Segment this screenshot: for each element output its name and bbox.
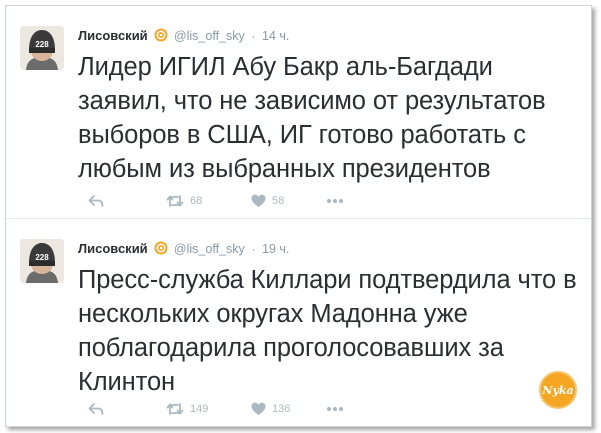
tweet-header: Лисовский @lis_off_sky · 19 ч. (78, 241, 289, 257)
display-name[interactable]: Лисовский (78, 28, 148, 43)
verified-badge-icon (154, 241, 168, 255)
tweet: 228 Лисовский @lis_off_sky · 14 ч. Лидер… (6, 6, 591, 218)
retweet-count: 68 (190, 195, 203, 207)
avatar-image: 228 (20, 239, 64, 283)
retweet-icon (166, 195, 184, 207)
avatar-image: 228 (20, 26, 64, 70)
retweet-icon (166, 403, 184, 415)
tweet-text: Пресс-служба Киллари подтвердила что в н… (78, 266, 577, 396)
display-name[interactable]: Лисовский (78, 241, 148, 256)
reply-icon (88, 195, 104, 207)
timestamp[interactable]: 19 ч. (262, 242, 289, 256)
tweet: 228 Лисовский @lis_off_sky · 19 ч. Пресс… (6, 219, 591, 426)
like-icon (251, 194, 266, 207)
retweet-button[interactable]: 149 (166, 401, 208, 417)
more-icon (327, 407, 343, 411)
like-button[interactable]: 136 (251, 401, 290, 417)
tweet-screenshot-frame: 228 Лисовский @lis_off_sky · 14 ч. Лидер… (5, 5, 592, 427)
like-icon (251, 402, 266, 415)
timestamp[interactable]: 14 ч. (262, 29, 289, 43)
more-button[interactable] (326, 401, 344, 417)
retweet-count: 149 (190, 403, 209, 415)
verified-badge-icon (154, 28, 168, 42)
more-button[interactable] (326, 193, 344, 209)
separator: · (251, 242, 256, 256)
retweet-button[interactable]: 68 (166, 193, 202, 209)
reply-icon (88, 403, 104, 415)
reply-button[interactable] (88, 401, 104, 417)
avatar[interactable]: 228 (20, 26, 64, 70)
avatar-number: 228 (35, 40, 49, 49)
user-handle[interactable]: @lis_off_sky (174, 242, 245, 256)
user-handle[interactable]: @lis_off_sky (174, 29, 245, 43)
more-icon (327, 199, 343, 203)
separator: · (251, 29, 256, 43)
tweet-text: Лидер ИГИЛ Абу Бакр аль-Багдади заявил, … (78, 53, 546, 183)
tweet-header: Лисовский @lis_off_sky · 14 ч. (78, 28, 289, 44)
avatar[interactable]: 228 (20, 239, 64, 283)
like-button[interactable]: 58 (251, 193, 284, 209)
like-count: 136 (272, 403, 291, 415)
watermark-text: Nyka (541, 384, 573, 397)
reply-button[interactable] (88, 193, 104, 209)
watermark-logo: Nyka (538, 370, 578, 410)
like-count: 58 (272, 195, 285, 207)
avatar-number: 228 (35, 253, 49, 262)
